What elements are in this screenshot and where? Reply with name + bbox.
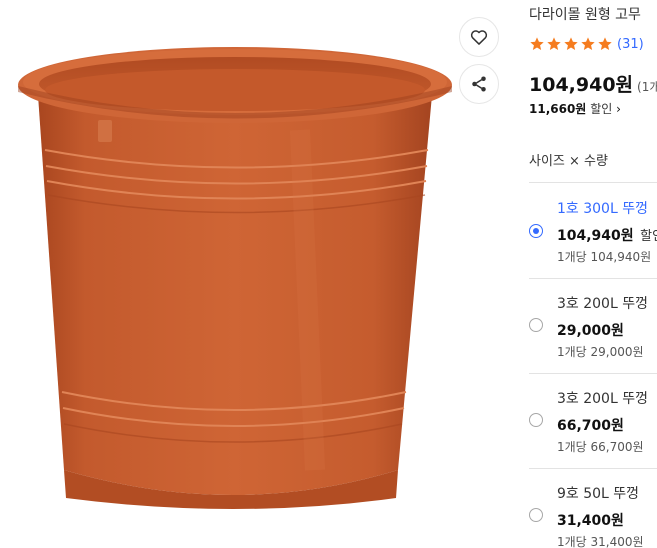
- option-price: 29,000원: [557, 323, 624, 339]
- option-item[interactable]: 3호 200L 뚜껑 29,000원 1개당 29,000원: [529, 280, 657, 374]
- product-info-panel: 다라이몰 원형 고무 (31) 104,940원 (1개 11,660원 할인 …: [529, 0, 657, 548]
- option-price: 31,400원: [557, 513, 624, 529]
- wishlist-button[interactable]: [459, 17, 499, 57]
- star-icon: [547, 37, 561, 50]
- divider: [529, 468, 657, 469]
- option-radio[interactable]: [529, 318, 543, 332]
- share-button[interactable]: [459, 64, 499, 104]
- option-item[interactable]: 9호 50L 뚜껑 31,400원 1개당 31,400원: [529, 470, 657, 548]
- discount-label: 할인: [590, 102, 613, 116]
- option-price-line: 31,400원: [557, 510, 624, 530]
- discount-amount: 11,660원: [529, 102, 587, 116]
- option-unit-price: 1개당 104,940원: [557, 250, 652, 264]
- option-price-line: 104,940원 할인: [557, 225, 657, 245]
- product-title: 다라이몰 원형 고무: [529, 7, 641, 23]
- option-price: 66,700원: [557, 418, 624, 434]
- option-radio[interactable]: [529, 508, 543, 522]
- discount-info[interactable]: 11,660원 할인 ›: [529, 100, 621, 117]
- option-name: 1호 300L 뚜껑: [557, 201, 648, 217]
- option-price-line: 66,700원: [557, 415, 624, 435]
- price-row: 104,940원 (1개: [529, 70, 657, 97]
- rating-row[interactable]: (31): [529, 36, 644, 52]
- option-unit-price: 1개당 31,400원: [557, 535, 644, 548]
- option-item[interactable]: 3호 200L 뚜껑 66,700원 1개당 66,700원: [529, 375, 657, 469]
- unit-price-hint: (1개: [637, 80, 657, 94]
- chevron-right-icon: ›: [616, 102, 621, 116]
- option-radio[interactable]: [529, 224, 543, 238]
- rubber-basin-illustration: [18, 47, 452, 509]
- heart-icon: [470, 30, 488, 45]
- divider: [529, 373, 657, 374]
- option-price-line: 29,000원: [557, 320, 624, 340]
- star-icon: [564, 37, 578, 50]
- share-icon: [472, 76, 486, 92]
- option-name: 3호 200L 뚜껑: [557, 296, 648, 312]
- review-count-link[interactable]: (31): [617, 37, 644, 52]
- product-image[interactable]: [0, 0, 455, 548]
- star-icon: [598, 37, 612, 50]
- star-icon: [581, 37, 595, 50]
- option-discount-tag: 할인: [640, 229, 657, 244]
- option-price: 104,940원: [557, 228, 634, 244]
- star-icon: [530, 37, 544, 50]
- option-name: 3호 200L 뚜껑: [557, 391, 648, 407]
- divider: [529, 182, 657, 183]
- option-name: 9호 50L 뚜껑: [557, 486, 640, 502]
- option-unit-price: 1개당 66,700원: [557, 440, 644, 454]
- divider: [529, 278, 657, 279]
- option-header: 사이즈 × 수량: [529, 154, 608, 169]
- option-radio[interactable]: [529, 413, 543, 427]
- sale-price: 104,940원: [529, 74, 634, 96]
- option-item[interactable]: 1호 300L 뚜껑 104,940원 할인 1개당 104,940원: [529, 185, 657, 279]
- option-unit-price: 1개당 29,000원: [557, 345, 644, 359]
